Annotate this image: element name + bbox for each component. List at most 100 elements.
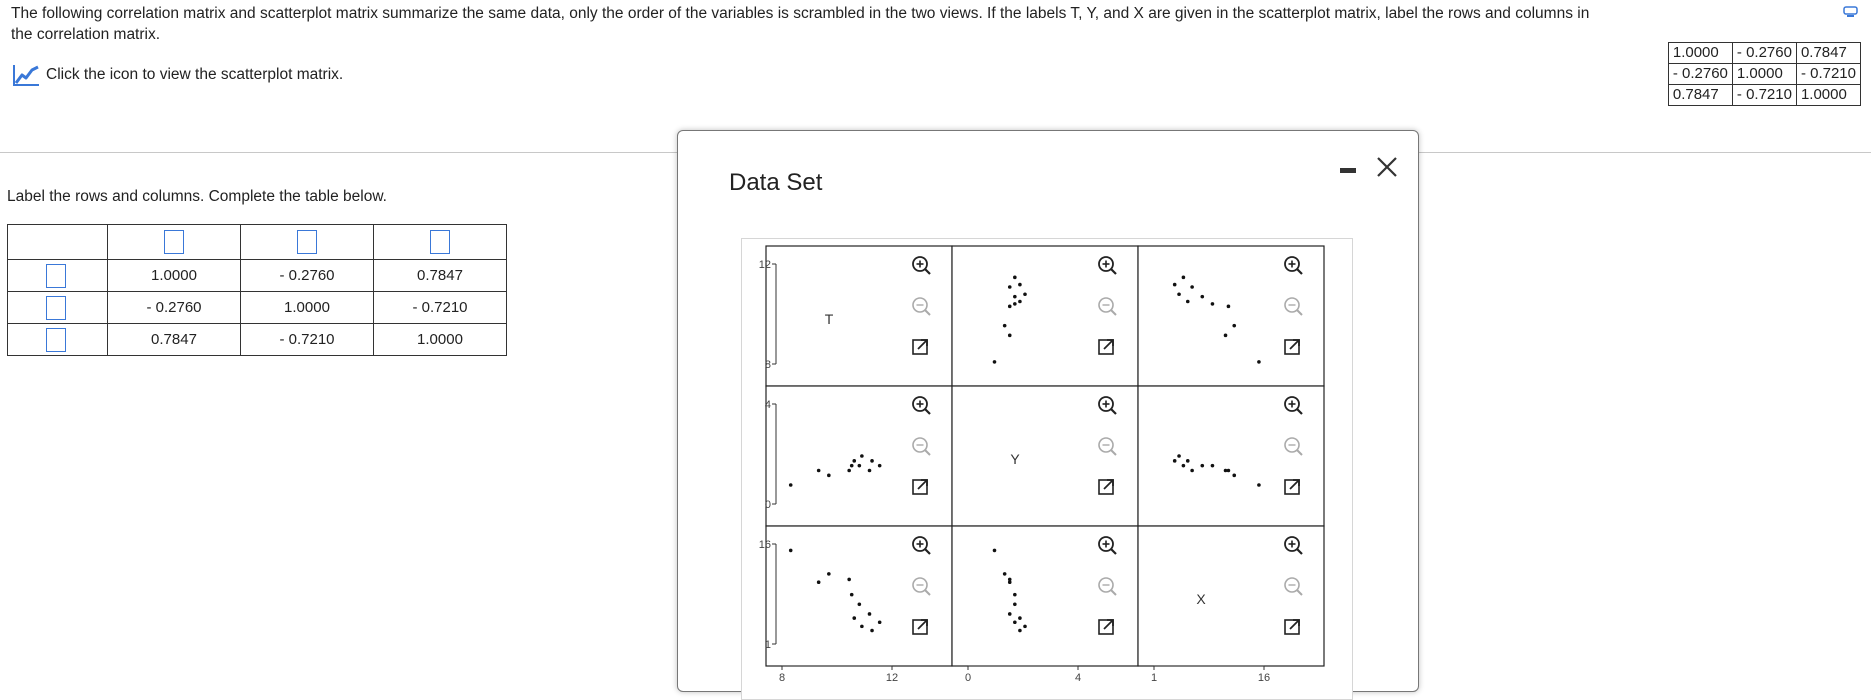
data-point bbox=[1257, 360, 1261, 364]
answer-cell: 1.0000 bbox=[240, 291, 374, 324]
data-point bbox=[1185, 459, 1190, 463]
data-point bbox=[852, 616, 857, 620]
data-point bbox=[1013, 302, 1017, 306]
data-point bbox=[877, 463, 882, 468]
tick-label: 16 bbox=[1258, 672, 1270, 684]
data-point bbox=[1200, 463, 1205, 468]
data-point bbox=[877, 620, 882, 625]
instructions-text: Label the rows and columns. Complete the… bbox=[7, 188, 387, 205]
tick-label: 8 bbox=[779, 672, 785, 684]
data-point bbox=[1018, 628, 1022, 633]
answer-row: 1.0000- 0.2760 0.7847 bbox=[7, 259, 507, 292]
data-point bbox=[1177, 292, 1181, 297]
data-point bbox=[1023, 292, 1027, 297]
data-point bbox=[1002, 572, 1007, 576]
col-label-input-2[interactable] bbox=[297, 230, 317, 254]
data-point bbox=[1226, 304, 1231, 309]
variable-label-X: X bbox=[1196, 591, 1206, 607]
view-scatterplot-label[interactable]: Click the icon to view the scatterplot m… bbox=[46, 66, 343, 84]
data-point bbox=[870, 628, 874, 633]
data-point bbox=[1181, 463, 1186, 468]
data-point bbox=[1018, 299, 1022, 304]
row-label-input-3[interactable] bbox=[46, 327, 66, 352]
col-label-input-3[interactable] bbox=[430, 230, 450, 254]
matrix-cell: 0.7847 bbox=[1795, 42, 1862, 64]
answer-row: - 0.2760 1.0000- 0.7210 bbox=[7, 291, 507, 324]
data-point bbox=[1232, 473, 1237, 478]
matrix-cell: - 0.7210 bbox=[1795, 63, 1862, 85]
row-label-cell bbox=[7, 259, 108, 292]
data-point bbox=[1190, 285, 1194, 289]
answer-cell: - 0.7210 bbox=[240, 323, 374, 356]
answer-cell: 0.7847 bbox=[107, 323, 241, 356]
dialog-title: Data Set bbox=[729, 169, 823, 196]
view-scatterplot-link[interactable]: Click the icon to view the scatterplot m… bbox=[12, 62, 343, 88]
col-label-input-1[interactable] bbox=[164, 230, 184, 254]
data-point bbox=[1002, 323, 1007, 328]
matrix-cell: - 0.2760 bbox=[1731, 42, 1797, 64]
matrix-cell: 1.0000 bbox=[1795, 84, 1862, 106]
data-point bbox=[1013, 275, 1017, 280]
answer-cell: 1.0000 bbox=[373, 323, 507, 356]
tick-label: 1 bbox=[1151, 672, 1157, 684]
data-point bbox=[1210, 302, 1215, 306]
scatterplot-matrix-frame: T Y X 12 8 4 0 16 1 8 12 0 4 1 16 bbox=[741, 238, 1353, 700]
data-point bbox=[1232, 323, 1237, 328]
expand-icon[interactable] bbox=[1843, 6, 1859, 18]
data-point bbox=[860, 454, 864, 458]
tick-label: 0 bbox=[765, 499, 771, 511]
matrix-row: 1.0000- 0.2760 0.7847 bbox=[1667, 42, 1862, 64]
data-point bbox=[1018, 282, 1022, 287]
minimize-icon[interactable] bbox=[1338, 159, 1360, 181]
col-label-cell bbox=[373, 224, 507, 260]
data-point bbox=[992, 548, 997, 553]
matrix-panel-X-T bbox=[765, 525, 953, 667]
matrix-row: - 0.2760 1.0000- 0.7210 bbox=[1667, 63, 1862, 85]
data-point bbox=[788, 548, 793, 553]
matrix-cell: 1.0000 bbox=[1731, 63, 1797, 85]
matrix-cell: 0.7847 bbox=[1667, 84, 1733, 106]
graph-icon[interactable] bbox=[12, 63, 40, 87]
data-point bbox=[1185, 299, 1190, 304]
row-label-cell bbox=[7, 291, 108, 324]
data-point bbox=[1210, 463, 1215, 468]
variable-label-Y: Y bbox=[1010, 451, 1020, 467]
data-point bbox=[1013, 294, 1017, 299]
answer-cell: 1.0000 bbox=[107, 259, 241, 292]
answer-header-row bbox=[7, 224, 507, 260]
answer-cell: - 0.2760 bbox=[107, 291, 241, 324]
corner-cell bbox=[7, 224, 108, 260]
col-label-cell bbox=[107, 224, 241, 260]
data-point bbox=[857, 602, 862, 607]
row-label-input-2[interactable] bbox=[46, 295, 66, 320]
answer-cell: - 0.7210 bbox=[373, 291, 507, 324]
row-label-cell bbox=[7, 323, 108, 356]
tick-label: 4 bbox=[765, 399, 771, 411]
answer-cell: 0.7847 bbox=[373, 259, 507, 292]
matrix-panel-Y-T bbox=[765, 385, 953, 527]
data-point bbox=[1257, 483, 1261, 487]
correlation-matrix-reference: 1.0000- 0.2760 0.7847- 0.2760 1.0000- 0.72… bbox=[1667, 42, 1862, 106]
close-icon[interactable] bbox=[1373, 153, 1401, 181]
data-point bbox=[1023, 624, 1027, 629]
data-point bbox=[1013, 592, 1017, 597]
data-point bbox=[827, 473, 831, 478]
data-point bbox=[1181, 275, 1186, 280]
data-point bbox=[1226, 468, 1231, 473]
data-point bbox=[1190, 468, 1194, 473]
data-point bbox=[1007, 612, 1012, 616]
data-set-dialog: Data Set T Y X 12 8 4 0 16 1 8 12 0 4 1 16 bbox=[677, 130, 1419, 700]
data-point bbox=[849, 592, 854, 597]
data-point bbox=[827, 572, 831, 576]
data-point bbox=[1013, 620, 1017, 625]
data-point bbox=[1007, 577, 1012, 582]
data-point bbox=[992, 360, 997, 364]
row-label-input-1[interactable] bbox=[46, 263, 66, 288]
matrix-panel-Y-X bbox=[1137, 385, 1325, 527]
matrix-panel-Y-Y bbox=[951, 385, 1139, 527]
answer-table: 1.0000- 0.2760 0.7847- 0.2760 1.0000- 0.72… bbox=[7, 224, 507, 356]
matrix-cell: - 0.2760 bbox=[1667, 63, 1733, 85]
scatterplot-matrix: T Y X 12 8 4 0 16 1 8 12 0 4 1 16 bbox=[759, 245, 1325, 684]
data-point bbox=[852, 459, 857, 463]
data-point bbox=[1172, 282, 1177, 287]
